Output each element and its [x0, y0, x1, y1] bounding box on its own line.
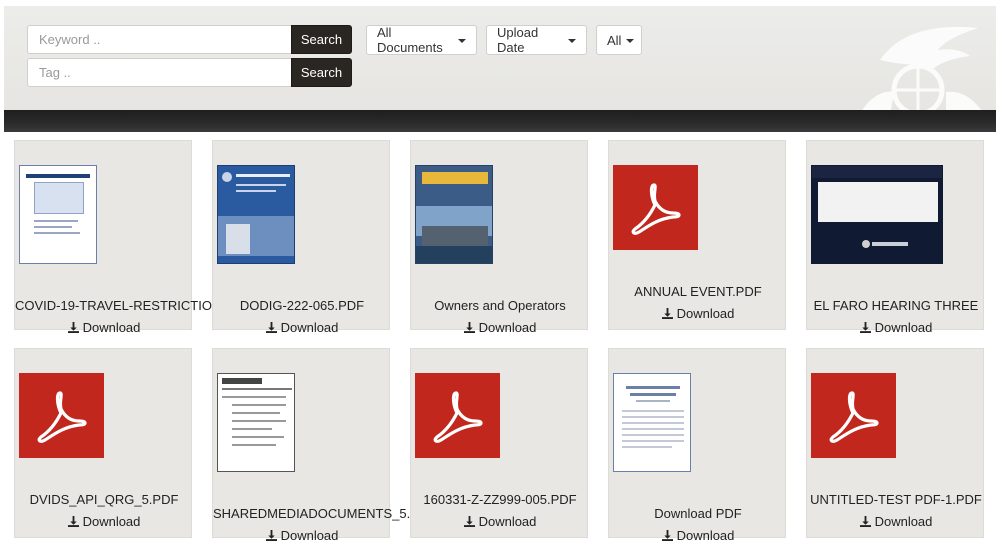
document-title[interactable]: DODIG-222-065.PDF [213, 298, 391, 313]
screenshot-icon [811, 165, 943, 264]
download-label: Download [82, 514, 141, 529]
pdf-icon [415, 373, 500, 458]
acrobat-logo-icon [37, 390, 87, 443]
acrobat-logo-icon [829, 390, 879, 443]
keyword-search-button[interactable]: Search [291, 25, 352, 54]
document-title[interactable]: SHAREDMEDIADOCUMENTS_5.PDF [213, 506, 436, 521]
download-link[interactable]: Download [807, 514, 985, 529]
eagle-emblem-icon [860, 26, 984, 116]
document-title[interactable]: 160331-Z-ZZ999-005.PDF [411, 492, 589, 507]
document-card[interactable]: EL FARO HEARING THREE Download [806, 140, 985, 335]
download-link[interactable]: Download [15, 320, 193, 335]
document-title[interactable]: COVID-19-TRAVEL-RESTRICTIO [15, 298, 212, 313]
download-icon [661, 308, 673, 319]
caret-down-icon [626, 38, 635, 43]
caret-down-icon [568, 38, 576, 43]
caret-down-icon [458, 38, 466, 43]
download-label: Download [874, 320, 933, 335]
download-icon [265, 530, 277, 541]
document-title[interactable]: Owners and Operators [411, 298, 589, 313]
download-link[interactable]: Download [213, 320, 391, 335]
acrobat-logo-icon [631, 182, 681, 235]
document-title[interactable]: EL FARO HEARING THREE [807, 298, 985, 313]
download-label: Download [874, 514, 933, 529]
document-card[interactable]: DVIDS_API_QRG_5.PDF Download [14, 348, 192, 538]
download-link[interactable]: Download [807, 320, 985, 335]
download-link[interactable]: Download [15, 514, 193, 529]
paper-doc-icon [613, 373, 691, 472]
document-card[interactable]: UNTITLED-TEST PDF-1.PDF Download [806, 348, 984, 538]
magazine-cover-icon [415, 165, 493, 264]
download-icon [463, 516, 475, 527]
scope-label: All [607, 32, 622, 48]
download-link[interactable]: Download [609, 306, 787, 321]
document-card[interactable]: SHAREDMEDIADOCUMENTS_5.PDF Download [212, 348, 436, 543]
report-cover-icon [217, 165, 295, 264]
scope-dropdown[interactable]: All [596, 25, 642, 55]
download-icon [67, 322, 79, 333]
pdf-icon [19, 373, 104, 458]
acrobat-logo-icon [433, 390, 483, 443]
download-icon [859, 322, 871, 333]
document-card[interactable]: Download PDF Download [608, 348, 787, 543]
download-icon [463, 322, 475, 333]
keyword-search-group: Search [27, 25, 352, 54]
document-title[interactable]: ANNUAL EVENT.PDF [609, 284, 787, 299]
document-card[interactable]: COVID-19-TRAVEL-RESTRICTIO Download [14, 140, 212, 335]
document-title[interactable]: DVIDS_API_QRG_5.PDF [15, 492, 193, 507]
download-link[interactable]: Download [411, 514, 589, 529]
document-title[interactable]: Download PDF [609, 506, 787, 521]
tag-input[interactable] [27, 58, 291, 87]
download-link[interactable]: Download [609, 528, 787, 543]
tag-search-group: Search [27, 58, 352, 87]
download-label: Download [676, 306, 735, 321]
download-icon [67, 516, 79, 527]
doc-icon [19, 165, 97, 264]
download-label: Download [478, 514, 537, 529]
download-label: Download [478, 320, 537, 335]
sort-label: Upload Date [497, 25, 539, 55]
keyword-input[interactable] [27, 25, 291, 54]
tag-search-button[interactable]: Search [291, 58, 352, 87]
document-type-label: All Documents [377, 25, 443, 55]
download-icon [859, 516, 871, 527]
download-label: Download [82, 320, 141, 335]
download-icon [661, 530, 673, 541]
download-label: Download [280, 528, 339, 543]
sort-dropdown[interactable]: Upload Date [486, 25, 587, 55]
download-icon [265, 322, 277, 333]
header-banner: Search Search All Documents Upload Date … [4, 6, 996, 116]
document-card[interactable]: ANNUAL EVENT.PDF Download [608, 140, 786, 330]
document-card[interactable]: Owners and Operators Download [410, 140, 589, 335]
document-type-dropdown[interactable]: All Documents [366, 25, 477, 55]
document-card[interactable]: DODIG-222-065.PDF Download [212, 140, 391, 335]
pdf-icon [811, 373, 896, 458]
document-card[interactable]: 160331-Z-ZZ999-005.PDF Download [410, 348, 588, 538]
download-link[interactable]: Download [213, 528, 391, 543]
download-label: Download [676, 528, 735, 543]
download-link[interactable]: Download [411, 320, 589, 335]
pdf-icon [613, 165, 698, 250]
header-divider-bar [4, 110, 996, 132]
document-title[interactable]: UNTITLED-TEST PDF-1.PDF [807, 492, 985, 507]
form-doc-icon [217, 373, 295, 472]
download-label: Download [280, 320, 339, 335]
